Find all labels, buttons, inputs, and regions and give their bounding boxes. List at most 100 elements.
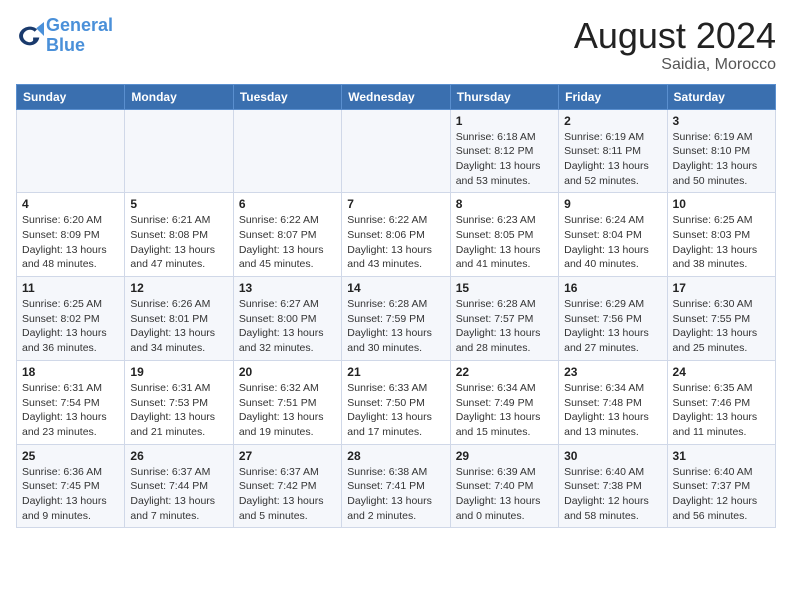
subtitle: Saidia, Morocco [574,56,776,74]
day-cell: 20 Sunrise: 6:32 AM Sunset: 7:51 PM Dayli… [233,360,341,444]
day-info: Sunrise: 6:37 AM Sunset: 7:42 PM Dayligh… [239,465,336,524]
day-info: Sunrise: 6:39 AM Sunset: 7:40 PM Dayligh… [456,465,553,524]
week-row-4: 18 Sunrise: 6:31 AM Sunset: 7:54 PM Dayli… [17,360,776,444]
day-info: Sunrise: 6:25 AM Sunset: 8:03 PM Dayligh… [673,213,770,272]
day-cell: 17Sunrise: 6:30 AM Sunset: 7:55 PM Dayli… [667,277,775,361]
day-number: 22 [456,365,553,379]
logo-icon [16,22,44,50]
day-number: 16 [564,281,661,295]
day-cell: 12 Sunrise: 6:26 AM Sunset: 8:01 PM Dayli… [125,277,233,361]
day-cell [17,109,125,193]
day-cell: 25 Sunrise: 6:36 AM Sunset: 7:45 PM Dayli… [17,444,125,528]
day-info: Sunrise: 6:22 AM Sunset: 8:06 PM Dayligh… [347,213,444,272]
week-row-2: 4Sunrise: 6:20 AM Sunset: 8:09 PM Daylig… [17,193,776,277]
day-cell: 10 Sunrise: 6:25 AM Sunset: 8:03 PM Dayli… [667,193,775,277]
logo-line2: Blue [46,35,85,55]
day-number: 19 [130,365,227,379]
day-info: Sunrise: 6:24 AM Sunset: 8:04 PM Dayligh… [564,213,661,272]
day-info: Sunrise: 6:21 AM Sunset: 8:08 PM Dayligh… [130,213,227,272]
day-number: 21 [347,365,444,379]
header-day-friday: Friday [559,84,667,109]
day-cell [125,109,233,193]
day-cell: 28 Sunrise: 6:38 AM Sunset: 7:41 PM Dayli… [342,444,450,528]
title-block: August 2024 Saidia, Morocco [574,16,776,74]
week-row-5: 25 Sunrise: 6:36 AM Sunset: 7:45 PM Dayli… [17,444,776,528]
day-info: Sunrise: 6:36 AM Sunset: 7:45 PM Dayligh… [22,465,119,524]
day-number: 26 [130,449,227,463]
day-info: Sunrise: 6:35 AM Sunset: 7:46 PM Dayligh… [673,381,770,440]
header-row: SundayMondayTuesdayWednesdayThursdayFrid… [17,84,776,109]
header-day-saturday: Saturday [667,84,775,109]
day-cell: 5 Sunrise: 6:21 AM Sunset: 8:08 PM Daylig… [125,193,233,277]
day-number: 3 [673,114,770,128]
day-info: Sunrise: 6:20 AM Sunset: 8:09 PM Dayligh… [22,213,119,272]
day-number: 20 [239,365,336,379]
day-info: Sunrise: 6:25 AM Sunset: 8:02 PM Dayligh… [22,297,119,356]
day-number: 23 [564,365,661,379]
day-cell: 9Sunrise: 6:24 AM Sunset: 8:04 PM Daylig… [559,193,667,277]
day-cell: 11Sunrise: 6:25 AM Sunset: 8:02 PM Dayli… [17,277,125,361]
week-row-3: 11Sunrise: 6:25 AM Sunset: 8:02 PM Dayli… [17,277,776,361]
day-info: Sunrise: 6:37 AM Sunset: 7:44 PM Dayligh… [130,465,227,524]
day-info: Sunrise: 6:18 AM Sunset: 8:12 PM Dayligh… [456,130,553,189]
calendar-header: SundayMondayTuesdayWednesdayThursdayFrid… [17,84,776,109]
day-number: 24 [673,365,770,379]
day-cell: 8Sunrise: 6:23 AM Sunset: 8:05 PM Daylig… [450,193,558,277]
day-number: 1 [456,114,553,128]
calendar-body: 1 Sunrise: 6:18 AM Sunset: 8:12 PM Daylig… [17,109,776,528]
day-number: 25 [22,449,119,463]
day-info: Sunrise: 6:40 AM Sunset: 7:38 PM Dayligh… [564,465,661,524]
day-number: 6 [239,197,336,211]
logo-line1: General [46,15,113,35]
header-day-tuesday: Tuesday [233,84,341,109]
day-cell: 27 Sunrise: 6:37 AM Sunset: 7:42 PM Dayli… [233,444,341,528]
day-number: 18 [22,365,119,379]
day-cell: 15Sunrise: 6:28 AM Sunset: 7:57 PM Dayli… [450,277,558,361]
day-cell: 31Sunrise: 6:40 AM Sunset: 7:37 PM Dayli… [667,444,775,528]
day-info: Sunrise: 6:34 AM Sunset: 7:48 PM Dayligh… [564,381,661,440]
day-info: Sunrise: 6:40 AM Sunset: 7:37 PM Dayligh… [673,465,770,524]
day-cell: 23 Sunrise: 6:34 AM Sunset: 7:48 PM Dayli… [559,360,667,444]
day-number: 7 [347,197,444,211]
day-cell: 29 Sunrise: 6:39 AM Sunset: 7:40 PM Dayli… [450,444,558,528]
day-number: 29 [456,449,553,463]
day-cell: 30 Sunrise: 6:40 AM Sunset: 7:38 PM Dayli… [559,444,667,528]
day-cell: 19Sunrise: 6:31 AM Sunset: 7:53 PM Dayli… [125,360,233,444]
day-info: Sunrise: 6:27 AM Sunset: 8:00 PM Dayligh… [239,297,336,356]
day-info: Sunrise: 6:31 AM Sunset: 7:54 PM Dayligh… [22,381,119,440]
day-number: 28 [347,449,444,463]
day-cell: 1 Sunrise: 6:18 AM Sunset: 8:12 PM Daylig… [450,109,558,193]
day-cell: 4Sunrise: 6:20 AM Sunset: 8:09 PM Daylig… [17,193,125,277]
day-info: Sunrise: 6:32 AM Sunset: 7:51 PM Dayligh… [239,381,336,440]
day-cell: 24 Sunrise: 6:35 AM Sunset: 7:46 PM Dayli… [667,360,775,444]
day-cell: 21Sunrise: 6:33 AM Sunset: 7:50 PM Dayli… [342,360,450,444]
day-number: 30 [564,449,661,463]
logo: General Blue [16,16,113,56]
header-day-wednesday: Wednesday [342,84,450,109]
day-info: Sunrise: 6:19 AM Sunset: 8:10 PM Dayligh… [673,130,770,189]
day-number: 27 [239,449,336,463]
day-info: Sunrise: 6:26 AM Sunset: 8:01 PM Dayligh… [130,297,227,356]
day-cell: 22 Sunrise: 6:34 AM Sunset: 7:49 PM Dayli… [450,360,558,444]
day-number: 5 [130,197,227,211]
day-number: 2 [564,114,661,128]
day-number: 8 [456,197,553,211]
day-number: 12 [130,281,227,295]
day-cell: 3 Sunrise: 6:19 AM Sunset: 8:10 PM Daylig… [667,109,775,193]
day-number: 14 [347,281,444,295]
day-info: Sunrise: 6:22 AM Sunset: 8:07 PM Dayligh… [239,213,336,272]
header-day-sunday: Sunday [17,84,125,109]
day-number: 10 [673,197,770,211]
header: General Blue August 2024 Saidia, Morocco [16,16,776,74]
day-info: Sunrise: 6:29 AM Sunset: 7:56 PM Dayligh… [564,297,661,356]
day-cell [233,109,341,193]
calendar-table: SundayMondayTuesdayWednesdayThursdayFrid… [16,84,776,529]
day-cell: 18 Sunrise: 6:31 AM Sunset: 7:54 PM Dayli… [17,360,125,444]
day-info: Sunrise: 6:34 AM Sunset: 7:49 PM Dayligh… [456,381,553,440]
main-title: August 2024 [574,16,776,56]
day-cell: 14 Sunrise: 6:28 AM Sunset: 7:59 PM Dayli… [342,277,450,361]
day-cell: 26 Sunrise: 6:37 AM Sunset: 7:44 PM Dayli… [125,444,233,528]
day-info: Sunrise: 6:28 AM Sunset: 7:59 PM Dayligh… [347,297,444,356]
day-info: Sunrise: 6:38 AM Sunset: 7:41 PM Dayligh… [347,465,444,524]
header-day-monday: Monday [125,84,233,109]
